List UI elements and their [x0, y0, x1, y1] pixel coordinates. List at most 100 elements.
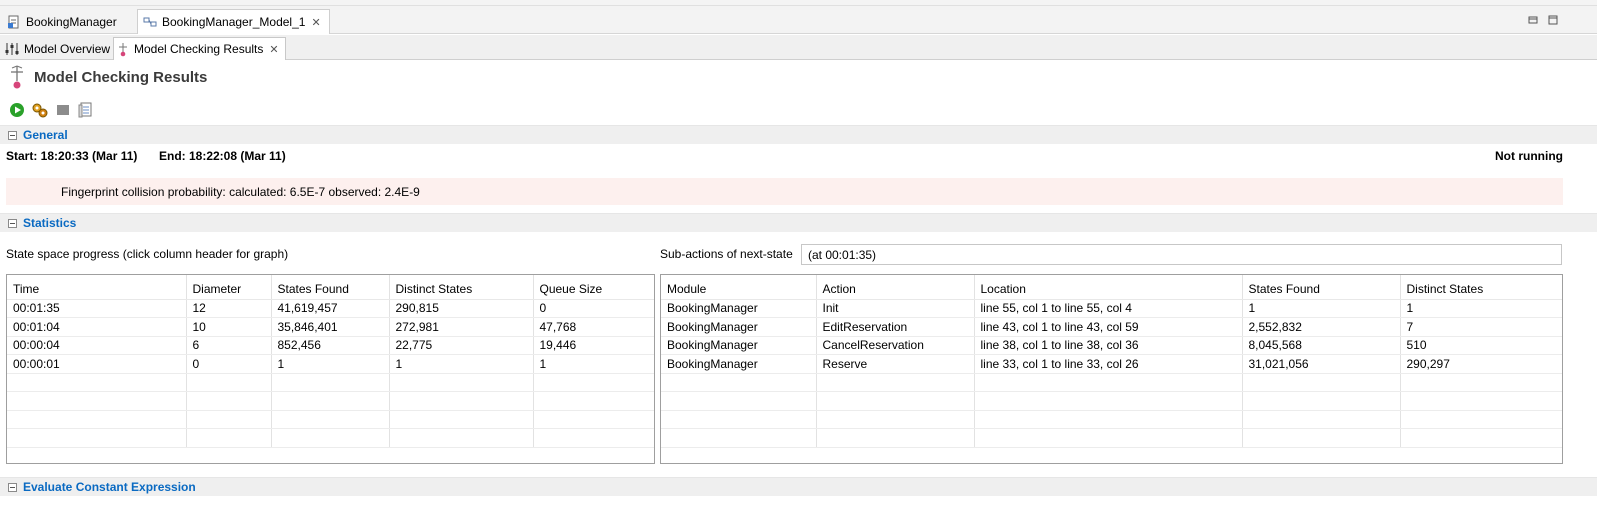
subactions-field[interactable]: (at 00:01:35): [801, 244, 1562, 265]
minimize-icon[interactable]: [1528, 14, 1538, 28]
editor-tab-bar: BookingManager BookingManager_Model_1 ✕: [0, 6, 1597, 34]
cell-module: BookingManager: [661, 317, 817, 337]
cell-distinct-states: 290,815: [389, 299, 534, 318]
cell-time: 00:01:35: [7, 299, 187, 318]
cell-distinct-states: 510: [1400, 336, 1562, 355]
subactions-table[interactable]: Module Action Location States Found Dist…: [660, 274, 1563, 464]
cell-location[interactable]: line 43, col 1 to line 43, col 59: [974, 317, 1243, 337]
empty-row: [661, 391, 1562, 411]
cell-action: CancelReservation: [816, 336, 975, 355]
table-header-row: Time Diameter States Found Distinct Stat…: [7, 275, 654, 300]
gears-icon[interactable]: [31, 102, 48, 119]
editor-tab-model[interactable]: BookingManager_Model_1 ✕: [137, 9, 330, 34]
empty-row: [7, 410, 654, 429]
editor-tab-label: BookingManager: [26, 14, 117, 29]
tab-label: Model Checking Results: [134, 42, 264, 56]
column-header-action[interactable]: Action: [816, 275, 975, 300]
table-row[interactable]: 00:00:01 0 1 1 1: [7, 354, 654, 374]
section-statistics[interactable]: Statistics: [0, 213, 1597, 232]
cell-module: BookingManager: [661, 336, 817, 355]
results-icon: [116, 41, 130, 57]
section-evaluate-constant-expression[interactable]: Evaluate Constant Expression: [0, 477, 1597, 496]
cell-location[interactable]: line 38, col 1 to line 38, col 36: [974, 336, 1243, 355]
tab-model-overview[interactable]: Model Overview: [2, 37, 116, 60]
cell-states-found: 35,846,401: [271, 317, 390, 337]
collapse-icon[interactable]: [8, 482, 17, 492]
results-icon: [8, 64, 26, 90]
close-icon[interactable]: ✕: [269, 43, 278, 56]
cell-time: 00:00:01: [7, 354, 187, 374]
cell-states-found: 8,045,568: [1242, 336, 1401, 355]
subactions-label: Sub-actions of next-state: [660, 247, 793, 261]
run-icon[interactable]: [8, 102, 25, 119]
cell-location[interactable]: line 55, col 1 to line 55, col 4: [974, 299, 1243, 318]
table-row[interactable]: BookingManager Init line 55, col 1 to li…: [661, 299, 1562, 318]
cell-diameter: 6: [186, 336, 272, 355]
tab-model-checking-results[interactable]: Model Checking Results ✕: [113, 37, 286, 60]
column-header-location[interactable]: Location: [974, 275, 1243, 300]
cell-queue-size: 1: [533, 354, 654, 374]
collision-probability: Fingerprint collision probability: calcu…: [6, 178, 1563, 205]
column-header-diameter[interactable]: Diameter: [186, 275, 272, 300]
cell-states-found: 2,552,832: [1242, 317, 1401, 337]
cell-time: 00:00:04: [7, 336, 187, 355]
table-header-row: Module Action Location States Found Dist…: [661, 275, 1562, 300]
page-header: Model Checking Results: [8, 64, 207, 90]
report-icon[interactable]: [77, 102, 94, 119]
maximize-icon[interactable]: [1548, 14, 1558, 28]
cell-diameter: 0: [186, 354, 272, 374]
editor-tab-bookingmanager[interactable]: BookingManager: [2, 9, 125, 34]
table-row[interactable]: 00:01:04 10 35,846,401 272,981 47,768: [7, 317, 654, 337]
results-toolbar: [8, 101, 94, 119]
cell-distinct-states: 1: [1400, 299, 1562, 318]
cell-action: EditReservation: [816, 317, 975, 337]
close-icon[interactable]: ✕: [311, 16, 320, 29]
column-header-distinct-states[interactable]: Distinct States: [1400, 275, 1562, 300]
table-row[interactable]: BookingManager EditReservation line 43, …: [661, 317, 1562, 337]
column-header-time[interactable]: Time: [7, 275, 187, 300]
cell-diameter: 12: [186, 299, 272, 318]
table-row[interactable]: BookingManager CancelReservation line 38…: [661, 336, 1562, 355]
cell-queue-size: 19,446: [533, 336, 654, 355]
column-header-queue-size[interactable]: Queue Size: [533, 275, 654, 300]
cell-queue-size: 47,768: [533, 317, 654, 337]
column-header-module[interactable]: Module: [661, 275, 817, 300]
empty-row: [7, 373, 654, 392]
model-icon: [142, 14, 158, 30]
table-row[interactable]: BookingManager Reserve line 33, col 1 to…: [661, 354, 1562, 374]
section-title: Evaluate Constant Expression: [23, 480, 196, 494]
table-row[interactable]: 00:01:35 12 41,619,457 290,815 0: [7, 299, 654, 318]
section-general[interactable]: General: [0, 125, 1597, 144]
empty-row: [661, 373, 1562, 392]
cell-queue-size: 0: [533, 299, 654, 318]
stop-icon[interactable]: [54, 102, 71, 119]
collapse-icon[interactable]: [8, 130, 17, 140]
column-header-states-found[interactable]: States Found: [1242, 275, 1401, 300]
page-tab-bar: Model Overview Model Checking Results ✕: [0, 35, 1597, 60]
cell-states-found: 1: [1242, 299, 1401, 318]
cell-states-found: 852,456: [271, 336, 390, 355]
subactions-value: (at 00:01:35): [808, 248, 877, 262]
cell-diameter: 10: [186, 317, 272, 337]
column-header-states-found[interactable]: States Found: [271, 275, 390, 300]
empty-row: [7, 428, 654, 448]
state-space-progress-label: State space progress (click column heade…: [6, 247, 289, 261]
empty-row: [661, 410, 1562, 429]
cell-states-found: 31,021,056: [1242, 354, 1401, 374]
cell-distinct-states: 272,981: [389, 317, 534, 337]
cell-module: BookingManager: [661, 299, 817, 318]
cell-action: Init: [816, 299, 975, 318]
state-space-progress-table[interactable]: Time Diameter States Found Distinct Stat…: [6, 274, 655, 464]
run-status: Not running: [1495, 149, 1563, 163]
cell-distinct-states: 1: [389, 354, 534, 374]
tab-label: Model Overview: [24, 41, 111, 56]
cell-distinct-states: 22,775: [389, 336, 534, 355]
collapse-icon[interactable]: [8, 218, 17, 228]
start-time: Start: 18:20:33 (Mar 11): [6, 149, 138, 163]
table-row[interactable]: 00:00:04 6 852,456 22,775 19,446: [7, 336, 654, 355]
cell-module: BookingManager: [661, 354, 817, 374]
cell-location[interactable]: line 33, col 1 to line 33, col 26: [974, 354, 1243, 374]
column-header-distinct-states[interactable]: Distinct States: [389, 275, 534, 300]
cell-states-found: 41,619,457: [271, 299, 390, 318]
section-title: General: [23, 128, 68, 142]
